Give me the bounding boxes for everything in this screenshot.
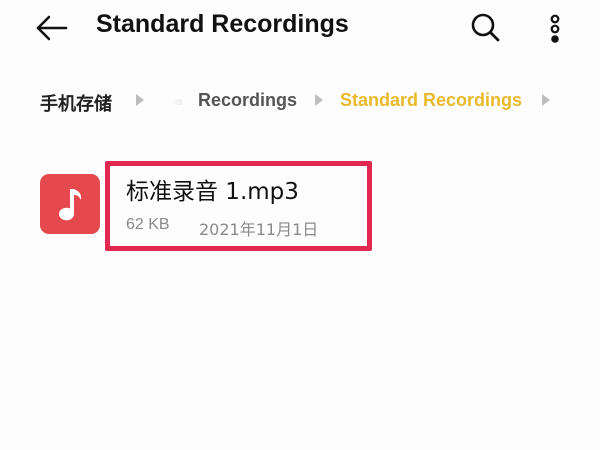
more-vertical-icon — [550, 14, 560, 43]
audio-file-icon — [40, 174, 100, 234]
breadcrumb-item-recordings[interactable]: Recordings — [198, 90, 297, 111]
search-button[interactable] — [466, 8, 506, 48]
back-button[interactable] — [30, 8, 74, 48]
arrow-left-icon — [36, 15, 68, 41]
file-date: 2021年11月1日 — [199, 220, 319, 239]
breadcrumb-overflow-fade — [172, 99, 182, 105]
file-browser-screen: Standard Recordings 手机存储 Recordings Stan… — [0, 0, 600, 450]
chevron-right-icon — [315, 94, 323, 106]
music-note-icon — [59, 189, 82, 221]
page-title: Standard Recordings — [96, 10, 349, 38]
file-name: 标准录音 1.mp3 — [126, 179, 299, 205]
list-item[interactable]: 标准录音 1.mp3 62 KB 2021年11月1日 — [30, 160, 570, 251]
more-options-button[interactable] — [540, 8, 570, 48]
breadcrumb-item-current[interactable]: Standard Recordings — [340, 90, 522, 111]
file-size: 62 KB — [126, 216, 170, 233]
chevron-right-icon — [542, 94, 550, 106]
chevron-right-icon — [136, 94, 144, 106]
breadcrumb: 手机存储 Recordings Standard Recordings — [0, 84, 600, 120]
breadcrumb-item-phone-storage[interactable]: 手机存储 — [40, 90, 112, 116]
search-icon — [471, 13, 500, 42]
app-bar: Standard Recordings — [0, 0, 600, 56]
